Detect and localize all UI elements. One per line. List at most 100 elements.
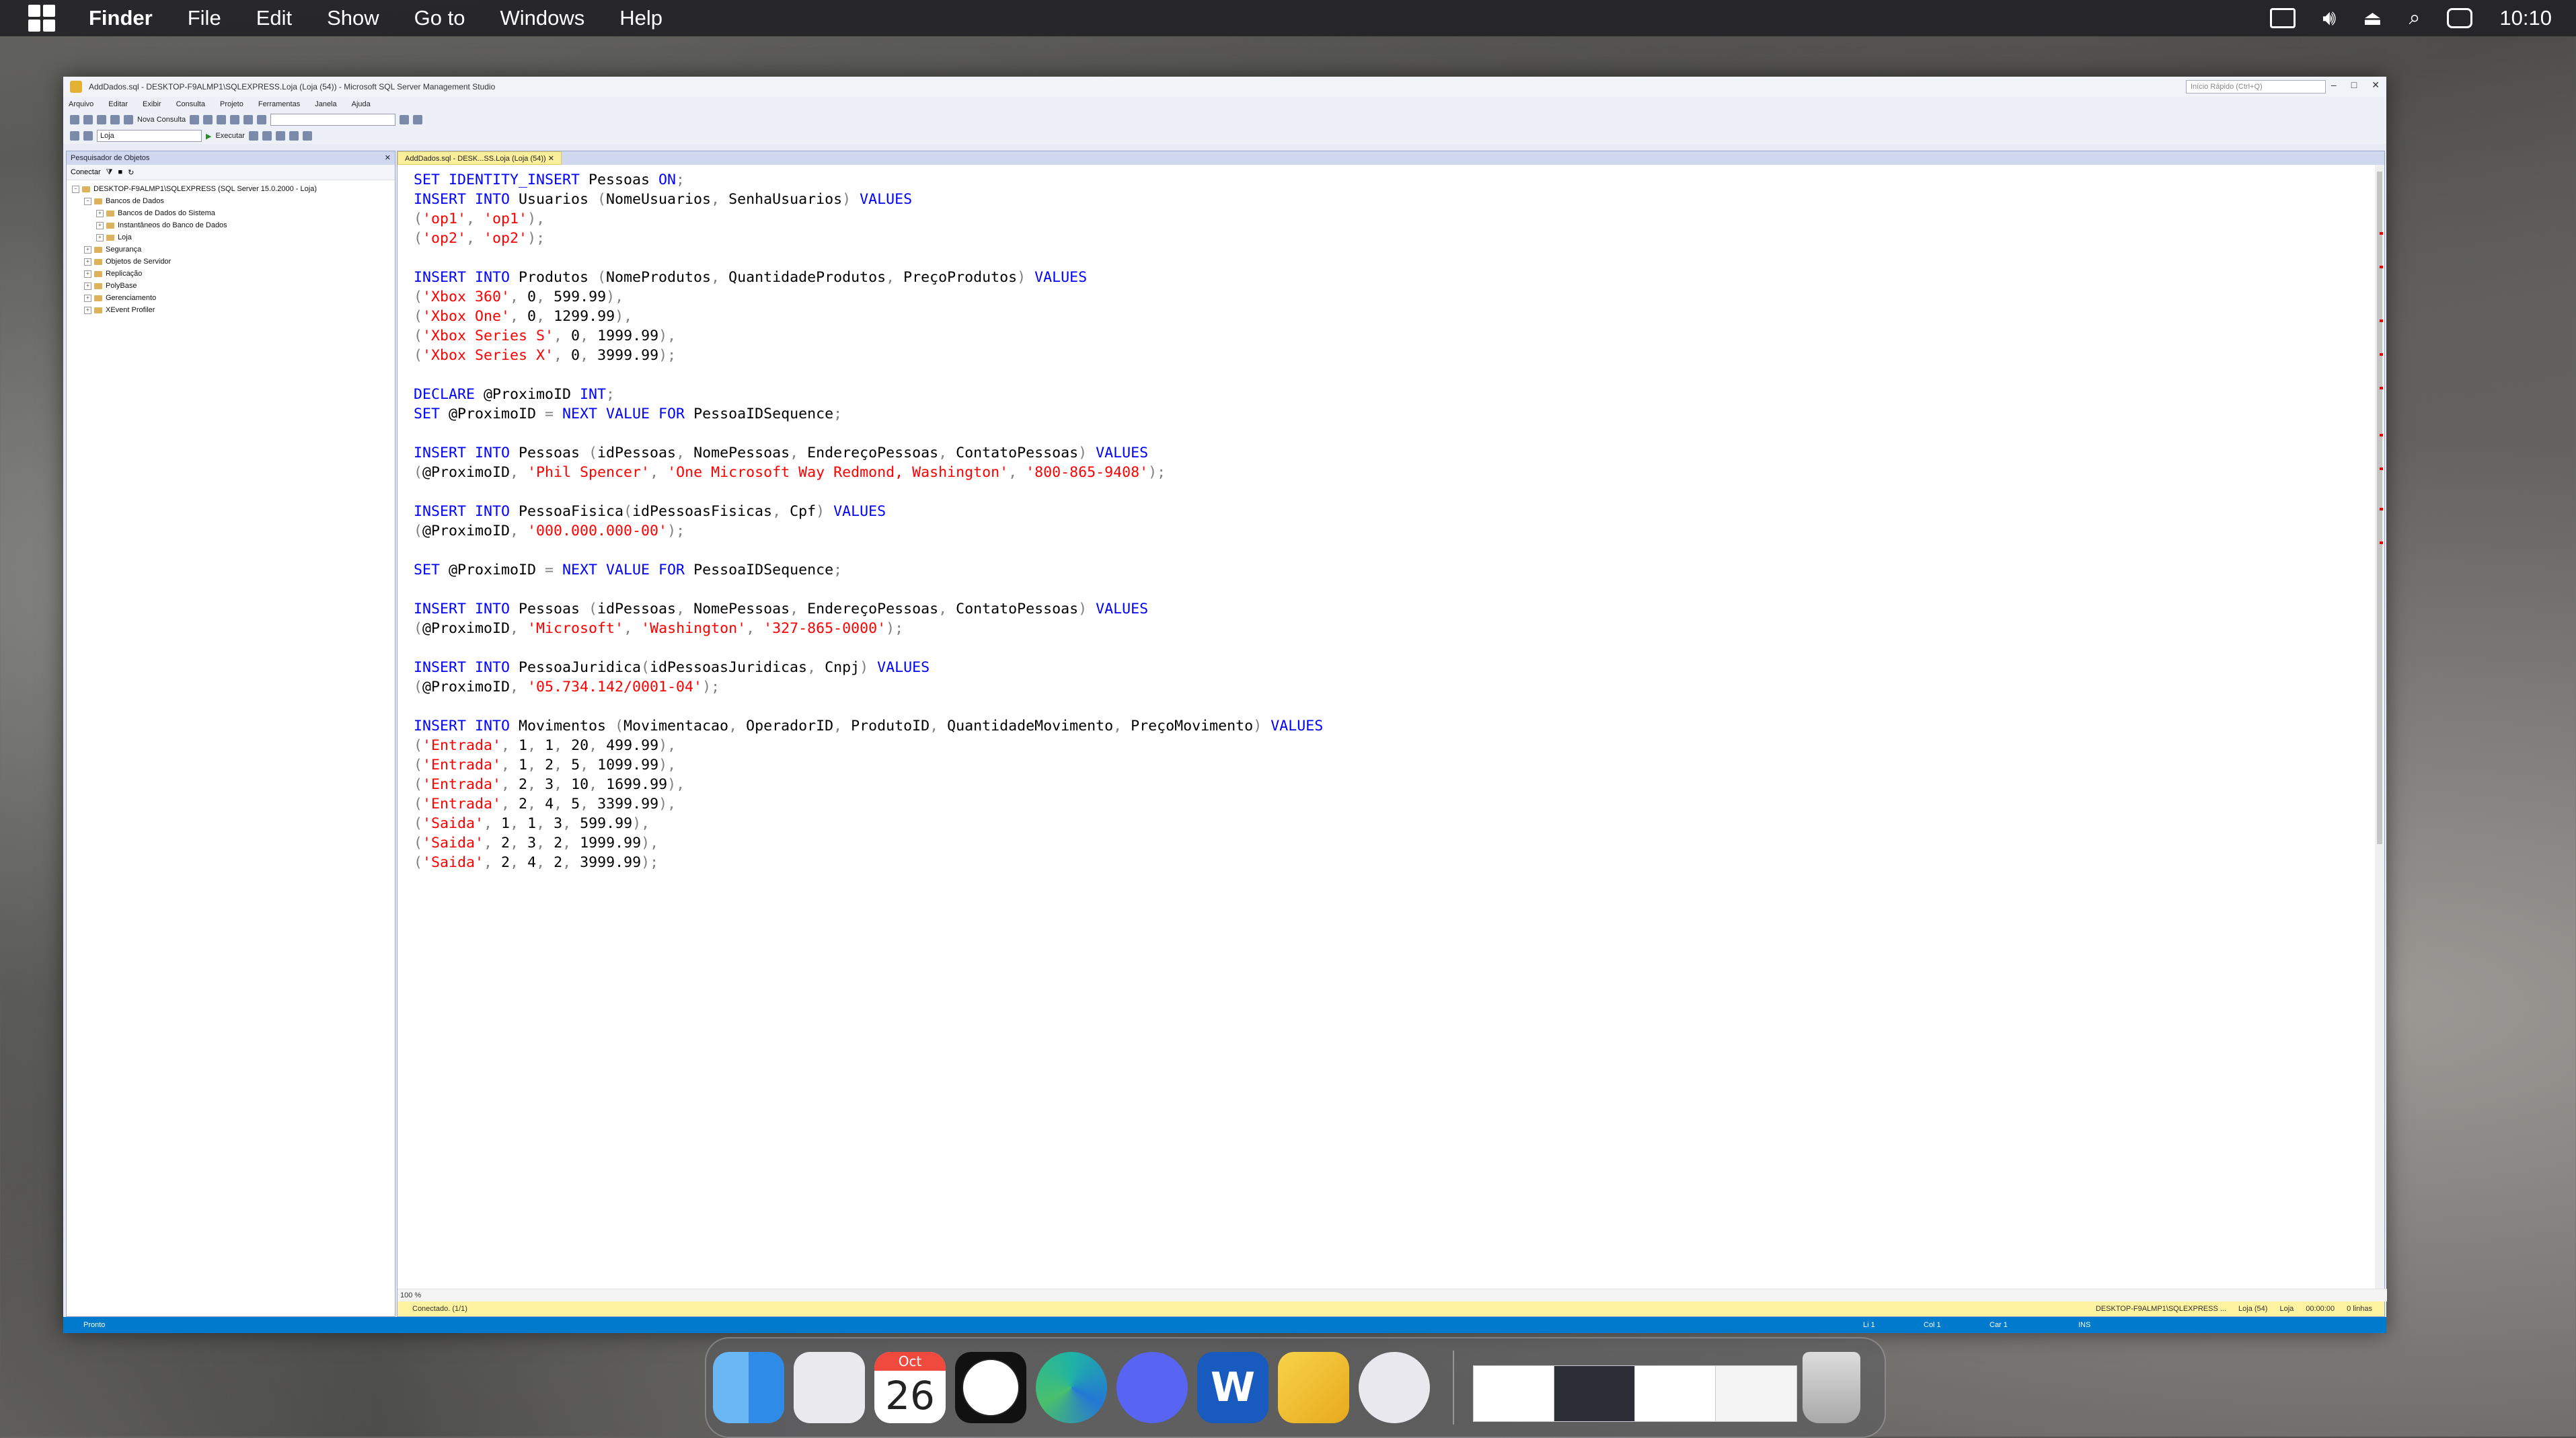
query-icon[interactable] [190, 115, 200, 124]
tools-icon[interactable] [413, 115, 423, 124]
copy-icon[interactable] [217, 115, 227, 124]
tab-adddados[interactable]: AddDados.sql - DESK...SS.Loja (Loja (54)… [397, 151, 562, 165]
code-line[interactable]: ('Saida', 1, 1, 3, 599.99), [414, 814, 1323, 833]
menu-windows[interactable]: Windows [500, 6, 584, 30]
code-line[interactable] [414, 365, 1323, 385]
menu-janela[interactable]: Janela [315, 100, 336, 108]
expand-icon[interactable]: + [84, 270, 91, 278]
clock-text[interactable]: 10:10 [2499, 6, 2552, 30]
parse-icon[interactable] [262, 131, 272, 141]
execute-icon[interactable]: ▶ [206, 132, 211, 141]
control-center-icon[interactable] [2447, 8, 2473, 28]
code-line[interactable]: (@ProximoID, '05.734.142/0001-04'); [414, 677, 1323, 697]
menu-help[interactable]: Help [619, 6, 662, 30]
paste-icon[interactable] [230, 115, 240, 124]
code-line[interactable]: INSERT INTO PessoaJuridica(idPessoasJuri… [414, 658, 1323, 677]
undo-icon[interactable] [243, 115, 254, 124]
tree-node[interactable]: + Objetos de Servidor [67, 256, 395, 268]
expand-icon[interactable]: + [84, 294, 91, 302]
code-line[interactable] [414, 638, 1323, 658]
code-line[interactable] [414, 424, 1323, 443]
code-line[interactable]: INSERT INTO Produtos (NomeProdutos, Quan… [414, 268, 1323, 287]
code-area[interactable]: SET IDENTITY_INSERT Pessoas ON; INSERT IN… [414, 170, 1323, 872]
code-line[interactable]: ('Entrada', 1, 2, 5, 1099.99), [414, 755, 1323, 775]
code-line[interactable]: ('Entrada', 2, 4, 5, 3399.99), [414, 794, 1323, 814]
open-icon[interactable] [110, 115, 120, 124]
properties-icon[interactable] [400, 115, 410, 124]
code-line[interactable]: ('Entrada', 2, 3, 10, 1699.99), [414, 775, 1323, 794]
back-icon[interactable] [70, 115, 79, 124]
tree-node[interactable]: + Instantâneos do Banco de Dados [67, 219, 395, 231]
code-line[interactable]: SET @ProximoID = NEXT VALUE FOR PessoaID… [414, 404, 1323, 424]
expand-icon[interactable]: − [84, 197, 91, 205]
code-line[interactable]: INSERT INTO Pessoas (idPessoas, NomePess… [414, 599, 1323, 619]
database-select[interactable]: Loja [97, 130, 202, 142]
code-line[interactable] [414, 697, 1323, 716]
code-line[interactable] [414, 541, 1323, 560]
edge-icon[interactable] [1036, 1352, 1107, 1423]
minimize-icon[interactable]: – [2331, 79, 2337, 91]
filter-icon[interactable]: ⧩ [106, 168, 113, 177]
code-line[interactable] [414, 482, 1323, 502]
code-line[interactable] [414, 580, 1323, 599]
code-line[interactable]: ('Xbox 360', 0, 599.99), [414, 287, 1323, 307]
close-icon[interactable]: ✕ [385, 151, 391, 165]
menu-go-to[interactable]: Go to [414, 6, 465, 30]
clock-icon[interactable] [955, 1352, 1026, 1423]
zoom-level[interactable]: 100 % [397, 1289, 2387, 1301]
code-line[interactable]: ('Xbox Series X', 0, 3999.99); [414, 346, 1323, 365]
maximize-icon[interactable]: □ [2351, 79, 2357, 91]
comment-icon[interactable] [289, 131, 299, 141]
expand-icon[interactable]: − [72, 185, 79, 193]
finder-icon[interactable] [713, 1352, 784, 1423]
save-icon[interactable] [124, 115, 133, 124]
expand-icon[interactable]: + [84, 282, 91, 290]
code-line[interactable]: ('Saida', 2, 4, 2, 3999.99); [414, 853, 1323, 872]
search-icon[interactable]: ⌕ [2409, 7, 2421, 30]
expand-icon[interactable]: + [96, 233, 104, 241]
code-line[interactable]: SET IDENTITY_INSERT Pessoas ON; [414, 170, 1323, 190]
execute-button[interactable]: Executar [215, 132, 244, 140]
menu-exibir[interactable]: Exibir [143, 100, 161, 108]
menu-ferramentas[interactable]: Ferramentas [258, 100, 300, 108]
redo-icon[interactable] [257, 115, 267, 124]
calendar-icon[interactable]: Oct 26 [874, 1352, 946, 1423]
expand-icon[interactable]: + [96, 209, 104, 217]
stop-icon[interactable] [248, 131, 258, 141]
code-line[interactable]: INSERT INTO PessoaFisica(idPessoasFisica… [414, 502, 1323, 521]
discord-icon[interactable] [1116, 1352, 1188, 1423]
expand-icon[interactable]: + [84, 306, 91, 314]
window-thumbnail[interactable] [1554, 1365, 1636, 1422]
window-thumbnail[interactable] [1715, 1365, 1797, 1422]
code-line[interactable]: DECLARE @ProximoID INT; [414, 385, 1323, 404]
word-icon[interactable]: W [1197, 1352, 1268, 1423]
windows-logo-icon[interactable] [28, 5, 55, 32]
code-line[interactable]: INSERT INTO Pessoas (idPessoas, NomePess… [414, 443, 1323, 463]
close-icon[interactable]: ✕ [2372, 79, 2380, 91]
find-combo[interactable] [270, 114, 396, 126]
sql-server-icon[interactable] [1278, 1352, 1349, 1423]
results-grid-icon[interactable] [275, 131, 285, 141]
eject-icon[interactable]: ⏏ [2363, 7, 2382, 30]
menu-consulta[interactable]: Consulta [176, 100, 205, 108]
vertical-scrollbar[interactable] [2375, 165, 2384, 1289]
menu-ajuda[interactable]: Ajuda [352, 100, 371, 108]
code-line[interactable]: (@ProximoID, '000.000.000-00'); [414, 521, 1323, 541]
query-editor[interactable]: AddDados.sql - DESK...SS.Loja (Loja (54)… [397, 151, 2387, 1317]
cut-icon[interactable] [203, 115, 213, 124]
tree-node[interactable]: + Loja [67, 231, 395, 243]
change-connection-icon[interactable] [83, 131, 93, 141]
tree-node[interactable]: + Segurança [67, 243, 395, 256]
menu-arquivo[interactable]: Arquivo [69, 100, 93, 108]
quick-launch-input[interactable]: Início Rápido (Ctrl+Q) [2186, 80, 2326, 93]
code-line[interactable]: ('op2', 'op2'); [414, 229, 1323, 248]
code-line[interactable]: ('Entrada', 1, 1, 20, 499.99), [414, 736, 1323, 755]
display-icon[interactable] [2270, 8, 2296, 28]
volume-icon[interactable]: 🔊︎ [2322, 5, 2336, 31]
menu-edit[interactable]: Edit [256, 6, 292, 30]
code-line[interactable]: INSERT INTO Movimentos (Movimentacao, Op… [414, 716, 1323, 736]
code-line[interactable]: SET @ProximoID = NEXT VALUE FOR PessoaID… [414, 560, 1323, 580]
window-thumbnail[interactable] [1634, 1365, 1716, 1422]
code-line[interactable]: ('Xbox One', 0, 1299.99), [414, 307, 1323, 326]
connect-button[interactable]: Conectar [71, 168, 101, 176]
